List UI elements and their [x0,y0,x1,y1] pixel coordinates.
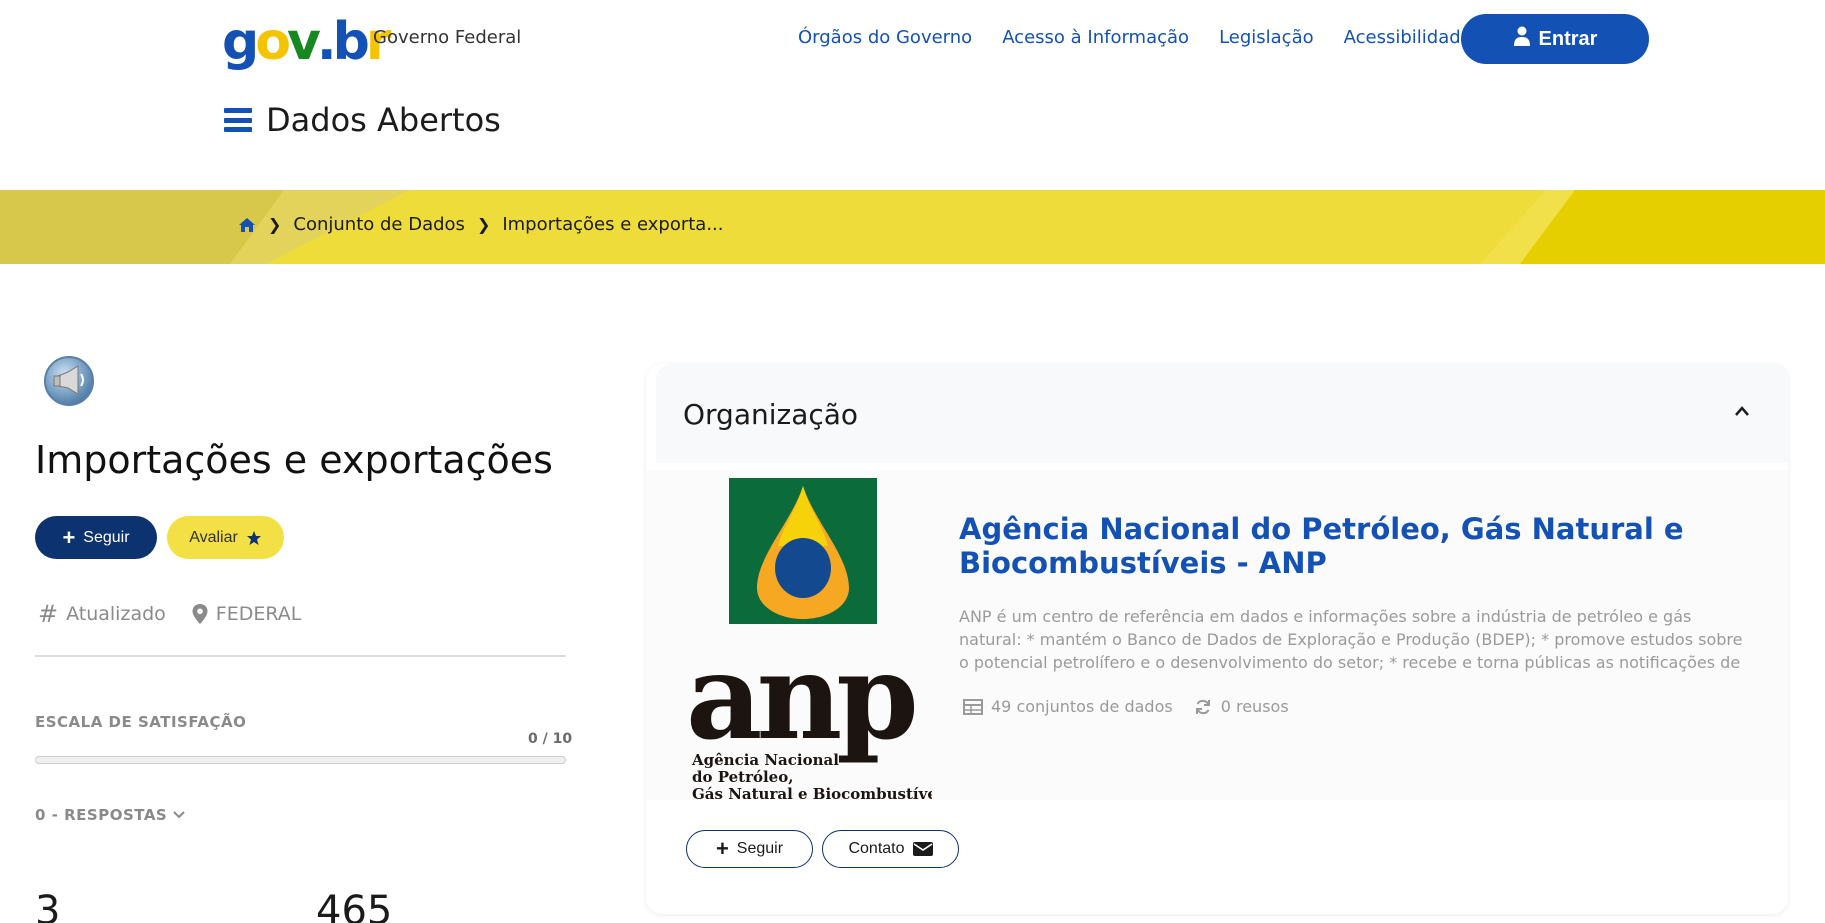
organization-section-label: Organização [683,398,859,431]
dataset-meta: # Atualizado FEDERAL [38,600,301,628]
user-icon [1513,26,1531,52]
organization-contact-button[interactable]: Contato [822,830,959,868]
breadcrumb-current: Importações e exporta... [502,214,724,235]
anp-logo-caption: Agência Nacional [691,751,839,769]
organization-description: ANP é um centro de referência em dados e… [959,607,1743,672]
stat-value: 3 [35,888,61,923]
rate-button[interactable]: Avaliar [167,516,284,559]
breadcrumb-band: ❯ Conjunto de Dados ❯ Importações e expo… [0,190,1825,264]
stat-value: 465 [316,888,393,923]
plus-icon: + [62,524,76,550]
login-button[interactable]: Entrar [1461,14,1649,64]
login-label: Entrar [1538,27,1598,50]
dataset-status: Atualizado [66,603,166,625]
follow-label: Seguir [83,528,130,546]
satisfaction-bar [35,756,566,764]
dataset-title: Importações e exportações [35,438,553,482]
organization-header[interactable]: Organização [656,364,1788,463]
site-title: Dados Abertos [224,101,501,139]
organization-follow-label: Seguir [736,840,784,857]
map-pin-icon [192,604,208,624]
follow-button[interactable]: + Seguir [35,516,157,559]
breadcrumb-separator-icon: ❯ [268,215,282,234]
plus-icon: + [715,836,729,861]
logo-label: Governo Federal [373,27,522,48]
refresh-icon [1193,699,1213,715]
menu-icon[interactable] [224,108,252,132]
envelope-icon [912,841,933,857]
organization-datasets-count: 49 conjuntos de dados [991,697,1173,716]
home-icon[interactable] [238,217,256,233]
responses-toggle[interactable]: 0 - RESPOSTAS [35,806,185,824]
table-icon [963,698,983,715]
dataset-avatar [44,356,94,406]
chevron-down-icon [173,806,185,824]
anp-logo-caption: do Petróleo, [692,768,793,786]
organization-name-link[interactable]: Agência Nacional do Petróleo, Gás Natura… [959,512,1719,580]
organization-stats: 49 conjuntos de dados 0 reusos [963,697,1289,716]
satisfaction-score: 0 / 10 [528,731,573,747]
divider [35,655,566,657]
link-acessibilidade[interactable]: Acessibilidade [1344,27,1472,48]
organization-follow-button[interactable]: + Seguir [686,830,813,868]
star-icon [246,530,262,546]
hash-icon: # [38,600,59,628]
top-header: gov.br Governo Federal Órgãos do Governo… [0,0,1825,80]
breadcrumb: ❯ Conjunto de Dados ❯ Importações e expo… [238,214,724,235]
top-links: Órgãos do Governo Acesso à Informação Le… [798,27,1472,48]
govbr-logo[interactable]: gov.br [222,16,391,68]
chevron-up-icon[interactable] [1734,405,1750,417]
page: gov.br Governo Federal Órgãos do Governo… [0,0,1825,923]
anp-logo-word: anp [686,627,914,766]
link-orgaos[interactable]: Órgãos do Governo [798,27,972,48]
breadcrumb-separator-icon: ❯ [476,215,491,234]
rate-label: Avaliar [189,528,238,546]
breadcrumb-datasets[interactable]: Conjunto de Dados [293,214,465,235]
satisfaction-label: ESCALA DE SATISFAÇÃO [35,713,247,731]
organization-contact-label: Contato [848,840,905,857]
link-legislacao[interactable]: Legislação [1219,27,1314,48]
responses-label: 0 - RESPOSTAS [35,806,168,824]
site-title-text: Dados Abertos [266,101,501,139]
anp-logo: anp Agência Nacional do Petróleo, Gás Na… [682,476,951,803]
organization-reuses-count: 0 reusos [1220,697,1289,716]
link-acesso-informacao[interactable]: Acesso à Informação [1002,27,1189,48]
anp-logo-caption: Gás Natural e Biocombustíveis [692,785,932,801]
dataset-scope: FEDERAL [215,603,302,625]
